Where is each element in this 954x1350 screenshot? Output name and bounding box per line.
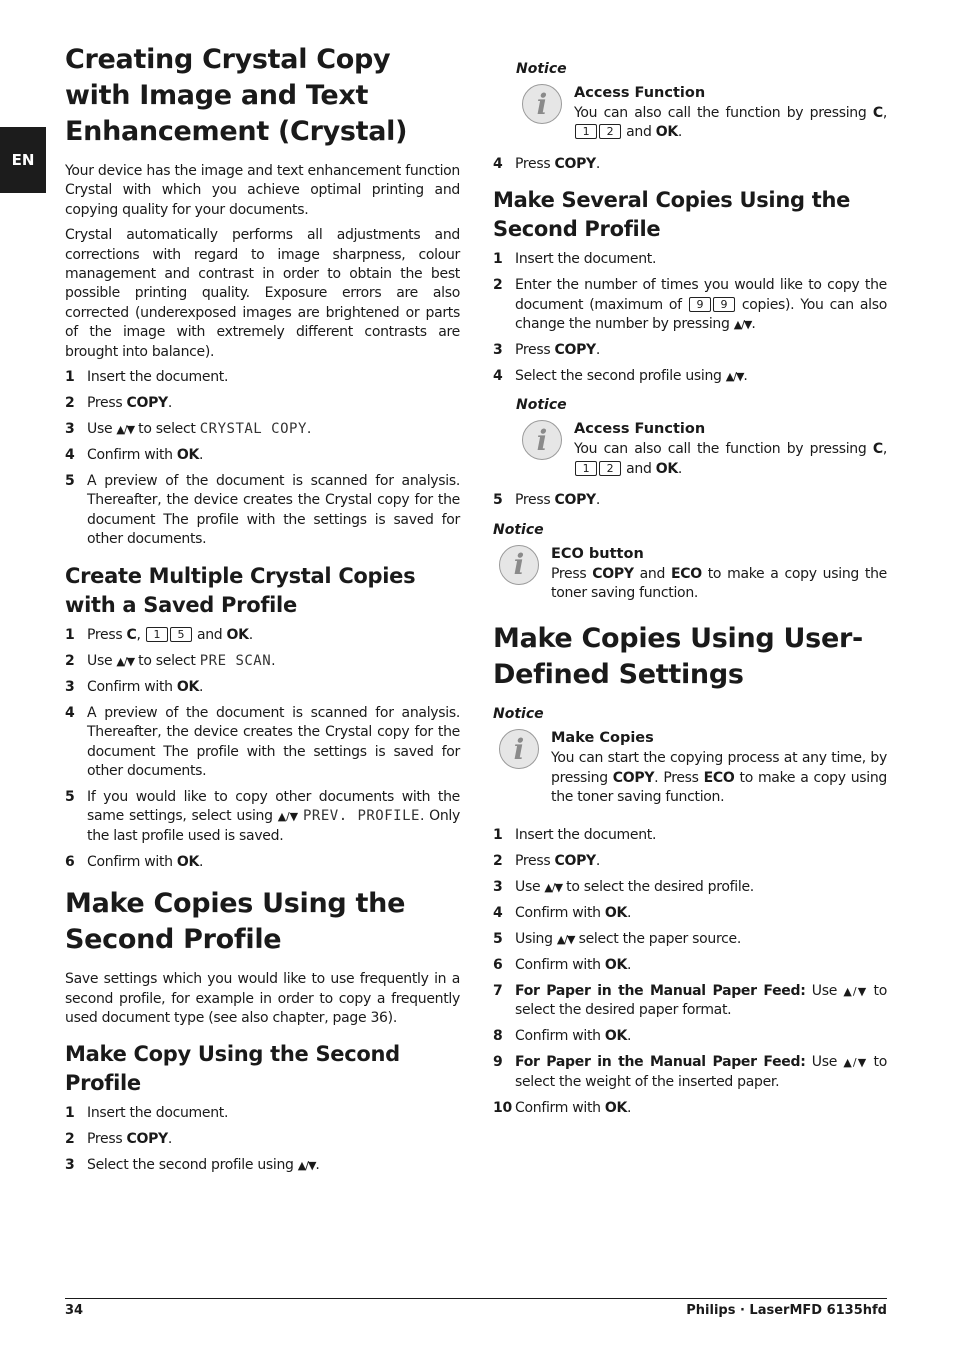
list-item: 5 Using ▲/▼ select the paper source. <box>493 930 742 947</box>
left-column: Creating Crystal Copy with Image and Tex… <box>65 42 460 1182</box>
heading-second-profile: Make Copies Using the Second Profile <box>65 888 406 956</box>
user-steps-list: 1 Insert the document. 2 Press COPY. 3 Use … <box>493 826 887 1118</box>
key-icon: 2 <box>599 124 621 140</box>
up-down-arrows-icon: ▲/▼ <box>843 1056 868 1070</box>
page-number: 34 <box>65 1303 84 1318</box>
list-item: 1 Press C, 15 and OK. <box>65 626 253 643</box>
info-icon: i <box>499 544 539 585</box>
make-copy-steps-list: 1 Insert the document. 2 Press COPY. 3 Sele… <box>65 1104 460 1175</box>
list-item: 3 Use ▲/▼ to select the desired profile. <box>493 878 754 895</box>
list-item: 6 Confirm with OK. <box>65 853 204 870</box>
list-item: 4A preview of the document is scanned fo… <box>65 704 460 779</box>
key-icon: 1 <box>575 460 597 476</box>
notice-label: Notice <box>516 397 567 414</box>
lcd-text: PRE SCAN <box>199 652 272 669</box>
up-down-arrows-icon: ▲/▼ <box>277 810 299 824</box>
key-icon: 1 <box>575 124 597 140</box>
key-icon: 9 <box>688 296 711 312</box>
up-down-arrows-icon: ▲/▼ <box>116 423 135 437</box>
heading-make-copy-second-profile: Make Copy Using the Second Profile <box>65 1042 400 1096</box>
notice-eco-button: i ECO button Press COPY and ECO to make … <box>493 543 887 604</box>
notice-label: Notice <box>516 61 567 77</box>
key-icon: 5 <box>169 626 192 642</box>
paragraph-second-profile: Save settings which you would like to us… <box>65 971 460 1026</box>
list-item: 3 Press COPY. <box>493 342 601 359</box>
up-down-arrows-icon: ▲/▼ <box>733 318 753 332</box>
step-4-list: 4 Press COPY. <box>493 155 887 174</box>
notice-text: Press COPY and ECO to make a copy using … <box>551 565 887 602</box>
list-item: 1 Insert the document. <box>65 369 229 386</box>
info-icon: i <box>522 84 562 124</box>
list-item: 2 Use ▲/▼ to select PRE SCAN. <box>65 652 276 669</box>
up-down-arrows-icon: ▲/▼ <box>725 370 745 384</box>
notice-label: Notice <box>493 706 544 723</box>
up-down-arrows-icon: ▲/▼ <box>843 984 868 998</box>
notice-access-function: i Access Function You can also call the … <box>516 82 887 143</box>
heading-several-copies: Make Several Copies Using the Second Pro… <box>493 188 851 242</box>
up-down-arrows-icon: ▲/▼ <box>556 932 576 946</box>
step-5-list: 5 Press COPY. <box>493 491 887 510</box>
crystal-steps-list: 1 Insert the document. 2 Press COPY. 3 Use … <box>65 368 460 550</box>
list-item: 2 Press COPY. <box>65 1131 173 1148</box>
list-item: 2 Enter the number of times you would lik… <box>493 277 888 333</box>
list-item: 1 Insert the document. <box>493 251 657 268</box>
list-item: 6 Confirm with OK. <box>493 956 632 973</box>
list-item: 5 Press COPY. <box>493 492 601 509</box>
list-item: 4 Confirm with OK. <box>65 447 204 464</box>
notice-text: You can also call the function by pressi… <box>574 105 887 141</box>
notice-title: Make Copies <box>551 730 654 747</box>
notice-title: ECO button <box>551 545 644 562</box>
list-item: 7 For Paper in the Manual Paper Feed: Use… <box>493 982 887 1019</box>
notice-label: Notice <box>493 521 544 538</box>
notice-text: You can start the copying process at any… <box>551 750 888 806</box>
key-icon: 9 <box>712 296 735 312</box>
key-icon: 1 <box>145 626 168 642</box>
list-item: 10 Confirm with OK. <box>493 1099 632 1116</box>
heading-user-defined-settings: Make Copies Using User-Defined Settings <box>493 623 863 691</box>
list-item: 1 Insert the document. <box>65 1105 229 1122</box>
notice-text: You can also call the function by pressi… <box>574 441 887 477</box>
footer-product-name: Philips · LaserMFD 6135hfd <box>686 1303 887 1318</box>
up-down-arrows-icon: ▲/▼ <box>116 654 135 668</box>
list-item: 2 Press COPY. <box>65 395 173 412</box>
up-down-arrows-icon: ▲/▼ <box>297 1159 317 1173</box>
heading-multiple-crystal-copies: Create Multiple Crystal Copies with a Sa… <box>65 563 416 617</box>
list-item: 8 Confirm with OK. <box>493 1028 632 1045</box>
lcd-text: CRYSTAL COPY <box>199 421 307 438</box>
lcd-text: PREV. PROFILE <box>303 808 420 825</box>
notice-access-function-2: i Access Function You can also call the … <box>516 418 887 479</box>
list-item: 3 Use ▲/▼ to select CRYSTAL COPY. <box>65 421 312 438</box>
up-down-arrows-icon: ▲/▼ <box>544 880 563 894</box>
list-item: 1 Insert the document. <box>493 826 657 843</box>
right-column: Notice i Access Function You can also ca… <box>493 58 887 1125</box>
several-steps-list: 1 Insert the document. 2 Enter the number … <box>493 250 887 386</box>
notice-title: Access Function <box>574 85 706 101</box>
list-item: 4 Select the second profile using ▲/▼. <box>493 368 748 385</box>
heading-crystal-copy: Creating Crystal Copy with Image and Tex… <box>65 44 408 147</box>
multiple-steps-list: 1 Press C, 15 and OK. 2 Use ▲/▼ to select … <box>65 626 460 872</box>
list-item: 4 Confirm with OK. <box>493 904 632 921</box>
paragraph-crystal-intro: Your device has the image and text enhan… <box>65 163 460 218</box>
info-icon: i <box>499 729 539 770</box>
list-item: 5A preview of the document is scanned fo… <box>65 473 460 548</box>
footer-divider <box>65 1298 887 1299</box>
key-icon: 2 <box>599 460 621 476</box>
paragraph-crystal-details: Crystal automatically performs all adjus… <box>65 227 460 360</box>
list-item: 2 Press COPY. <box>493 852 601 869</box>
list-item: 3 Select the second profile using ▲/▼. <box>65 1157 320 1174</box>
list-item: 5 If you would like to copy other documen… <box>65 788 460 844</box>
info-icon: i <box>522 420 562 461</box>
notice-title: Access Function <box>574 421 706 438</box>
list-item: 4 Press COPY. <box>493 155 601 172</box>
list-item: 3 Confirm with OK. <box>65 678 204 695</box>
list-item: 9 For Paper in the Manual Paper Feed: Use… <box>493 1054 887 1090</box>
notice-make-copies: i Make Copies You can start the copying … <box>493 727 887 807</box>
language-tab: EN <box>0 127 46 193</box>
